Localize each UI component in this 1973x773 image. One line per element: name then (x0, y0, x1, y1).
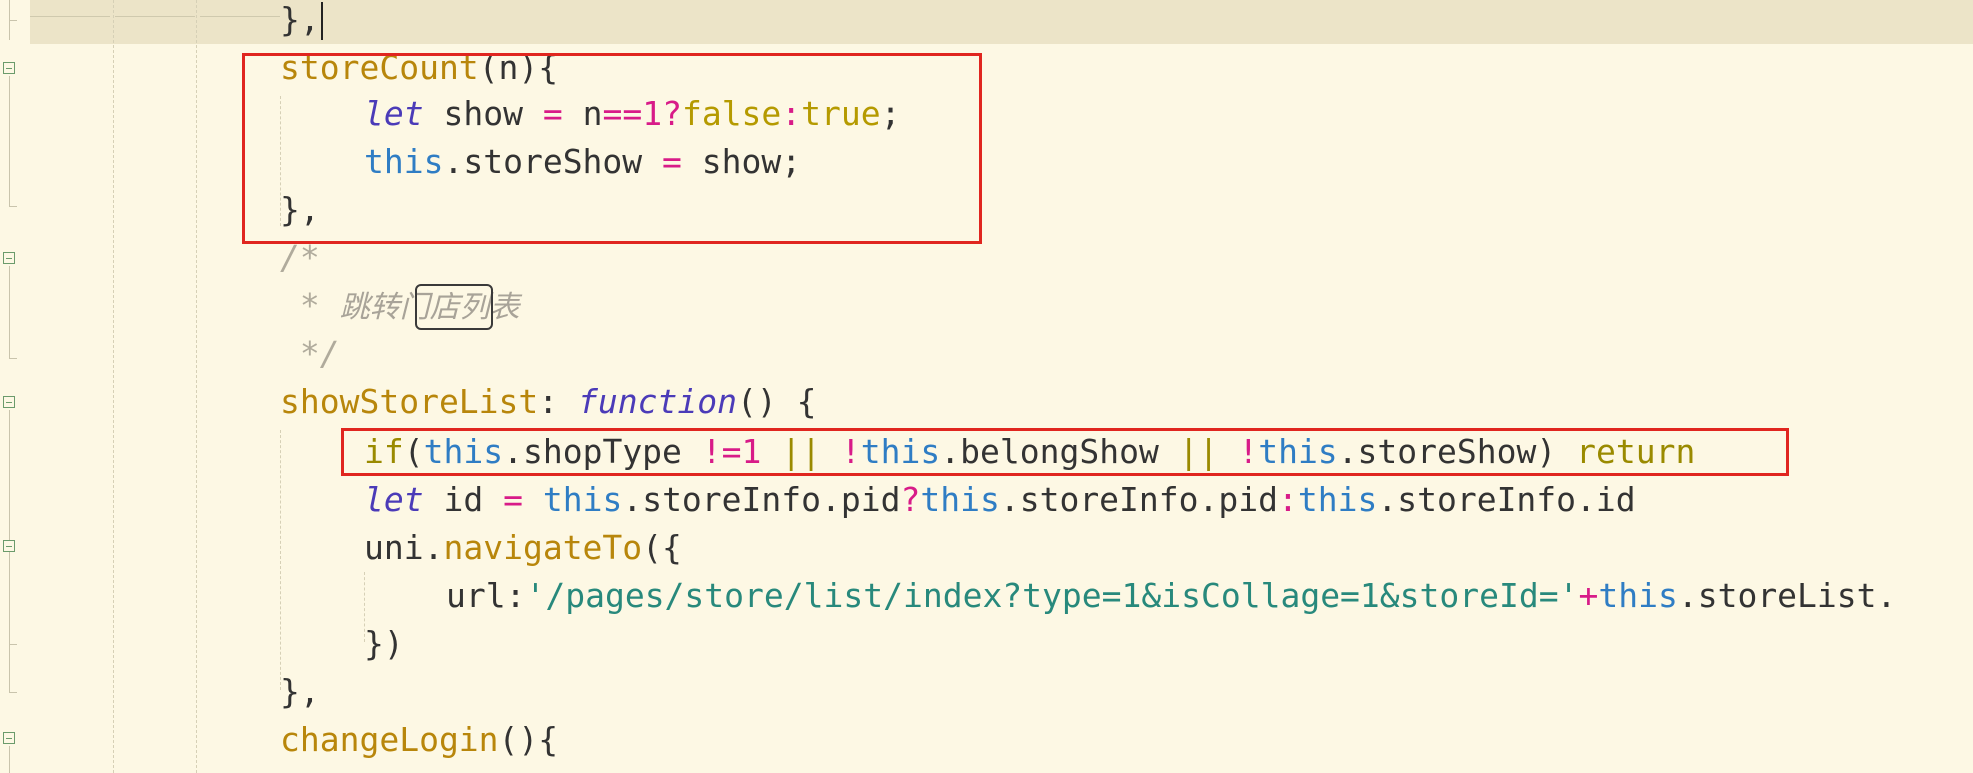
fold-end-tick (9, 692, 17, 693)
fold-gutter (0, 0, 22, 773)
code-token: = (503, 480, 523, 519)
fold-end-tick (9, 358, 17, 359)
code-token: + (1578, 576, 1599, 615)
code-line[interactable]: let id = this.storeInfo.pid?this.storeIn… (364, 476, 1636, 524)
fold-end-tick (9, 206, 17, 207)
code-token: * (280, 286, 340, 325)
code-token: let (364, 480, 424, 519)
indent-dash (200, 16, 280, 17)
code-line[interactable]: }) (364, 620, 404, 668)
code-line[interactable]: }, (280, 0, 320, 44)
fold-end-tick (9, 20, 17, 21)
word-selection-box (415, 284, 493, 330)
code-token: this (1297, 480, 1378, 519)
fold-toggle-icon[interactable] (3, 540, 15, 552)
code-token: : (538, 382, 579, 421)
code-line[interactable]: }, (280, 668, 320, 716)
code-token: showStoreList (280, 382, 539, 421)
code-token: id (423, 480, 504, 519)
indent-dash (115, 16, 195, 17)
code-line[interactable]: */ (280, 330, 340, 378)
text-caret (321, 2, 323, 40)
code-token: }) (364, 624, 404, 663)
code-token: uni. (364, 528, 444, 567)
code-line[interactable]: url:'/pages/store/list/index?type=1&isCo… (446, 572, 1896, 620)
code-token: navigateTo (443, 528, 643, 567)
code-token: '/pages/store/list/index?type=1&isCollag… (525, 576, 1579, 615)
code-line[interactable]: showStoreList: function() { (280, 378, 816, 426)
highlight-box-if-return (341, 428, 1789, 476)
indent-guide (280, 430, 281, 690)
highlight-box-storecount (242, 53, 982, 244)
indent-guide (196, 0, 197, 773)
code-token: this (1598, 576, 1678, 615)
fold-toggle-icon[interactable] (3, 252, 15, 264)
code-token: this (920, 480, 1000, 519)
fold-toggle-icon[interactable] (3, 62, 15, 74)
code-line[interactable]: uni.navigateTo({ (364, 524, 682, 572)
code-token: function (578, 382, 737, 421)
code-token: ({ (642, 528, 682, 567)
code-token: */ (280, 334, 340, 373)
code-token: }, (280, 0, 320, 39)
code-token: .storeList. (1677, 576, 1897, 615)
code-token: this (542, 480, 623, 519)
code-editor[interactable]: }, storeCount(n){let show = n==1?false:tr… (0, 0, 1973, 773)
fold-guide (9, 266, 10, 358)
indent-dash (30, 16, 110, 17)
fold-end-tick (9, 644, 17, 645)
code-token: (){ (498, 720, 559, 759)
fold-toggle-icon[interactable] (3, 396, 15, 408)
fold-guide (9, 554, 10, 644)
code-token: .storeInfo.pid (622, 480, 901, 519)
code-token: ? (900, 480, 921, 519)
code-token: .storeInfo.id (1377, 480, 1636, 519)
code-line[interactable]: changeLogin(){ (280, 716, 558, 764)
code-token: }, (280, 672, 320, 711)
indent-guide (113, 0, 114, 773)
code-token: url: (446, 576, 526, 615)
code-token: : (1278, 480, 1298, 519)
fold-toggle-icon[interactable] (3, 732, 15, 744)
fold-guide (9, 76, 10, 206)
code-token: changeLogin (280, 720, 499, 759)
code-token: () { (736, 382, 817, 421)
code-token: .storeInfo.pid (999, 480, 1278, 519)
fold-guide (9, 746, 10, 773)
